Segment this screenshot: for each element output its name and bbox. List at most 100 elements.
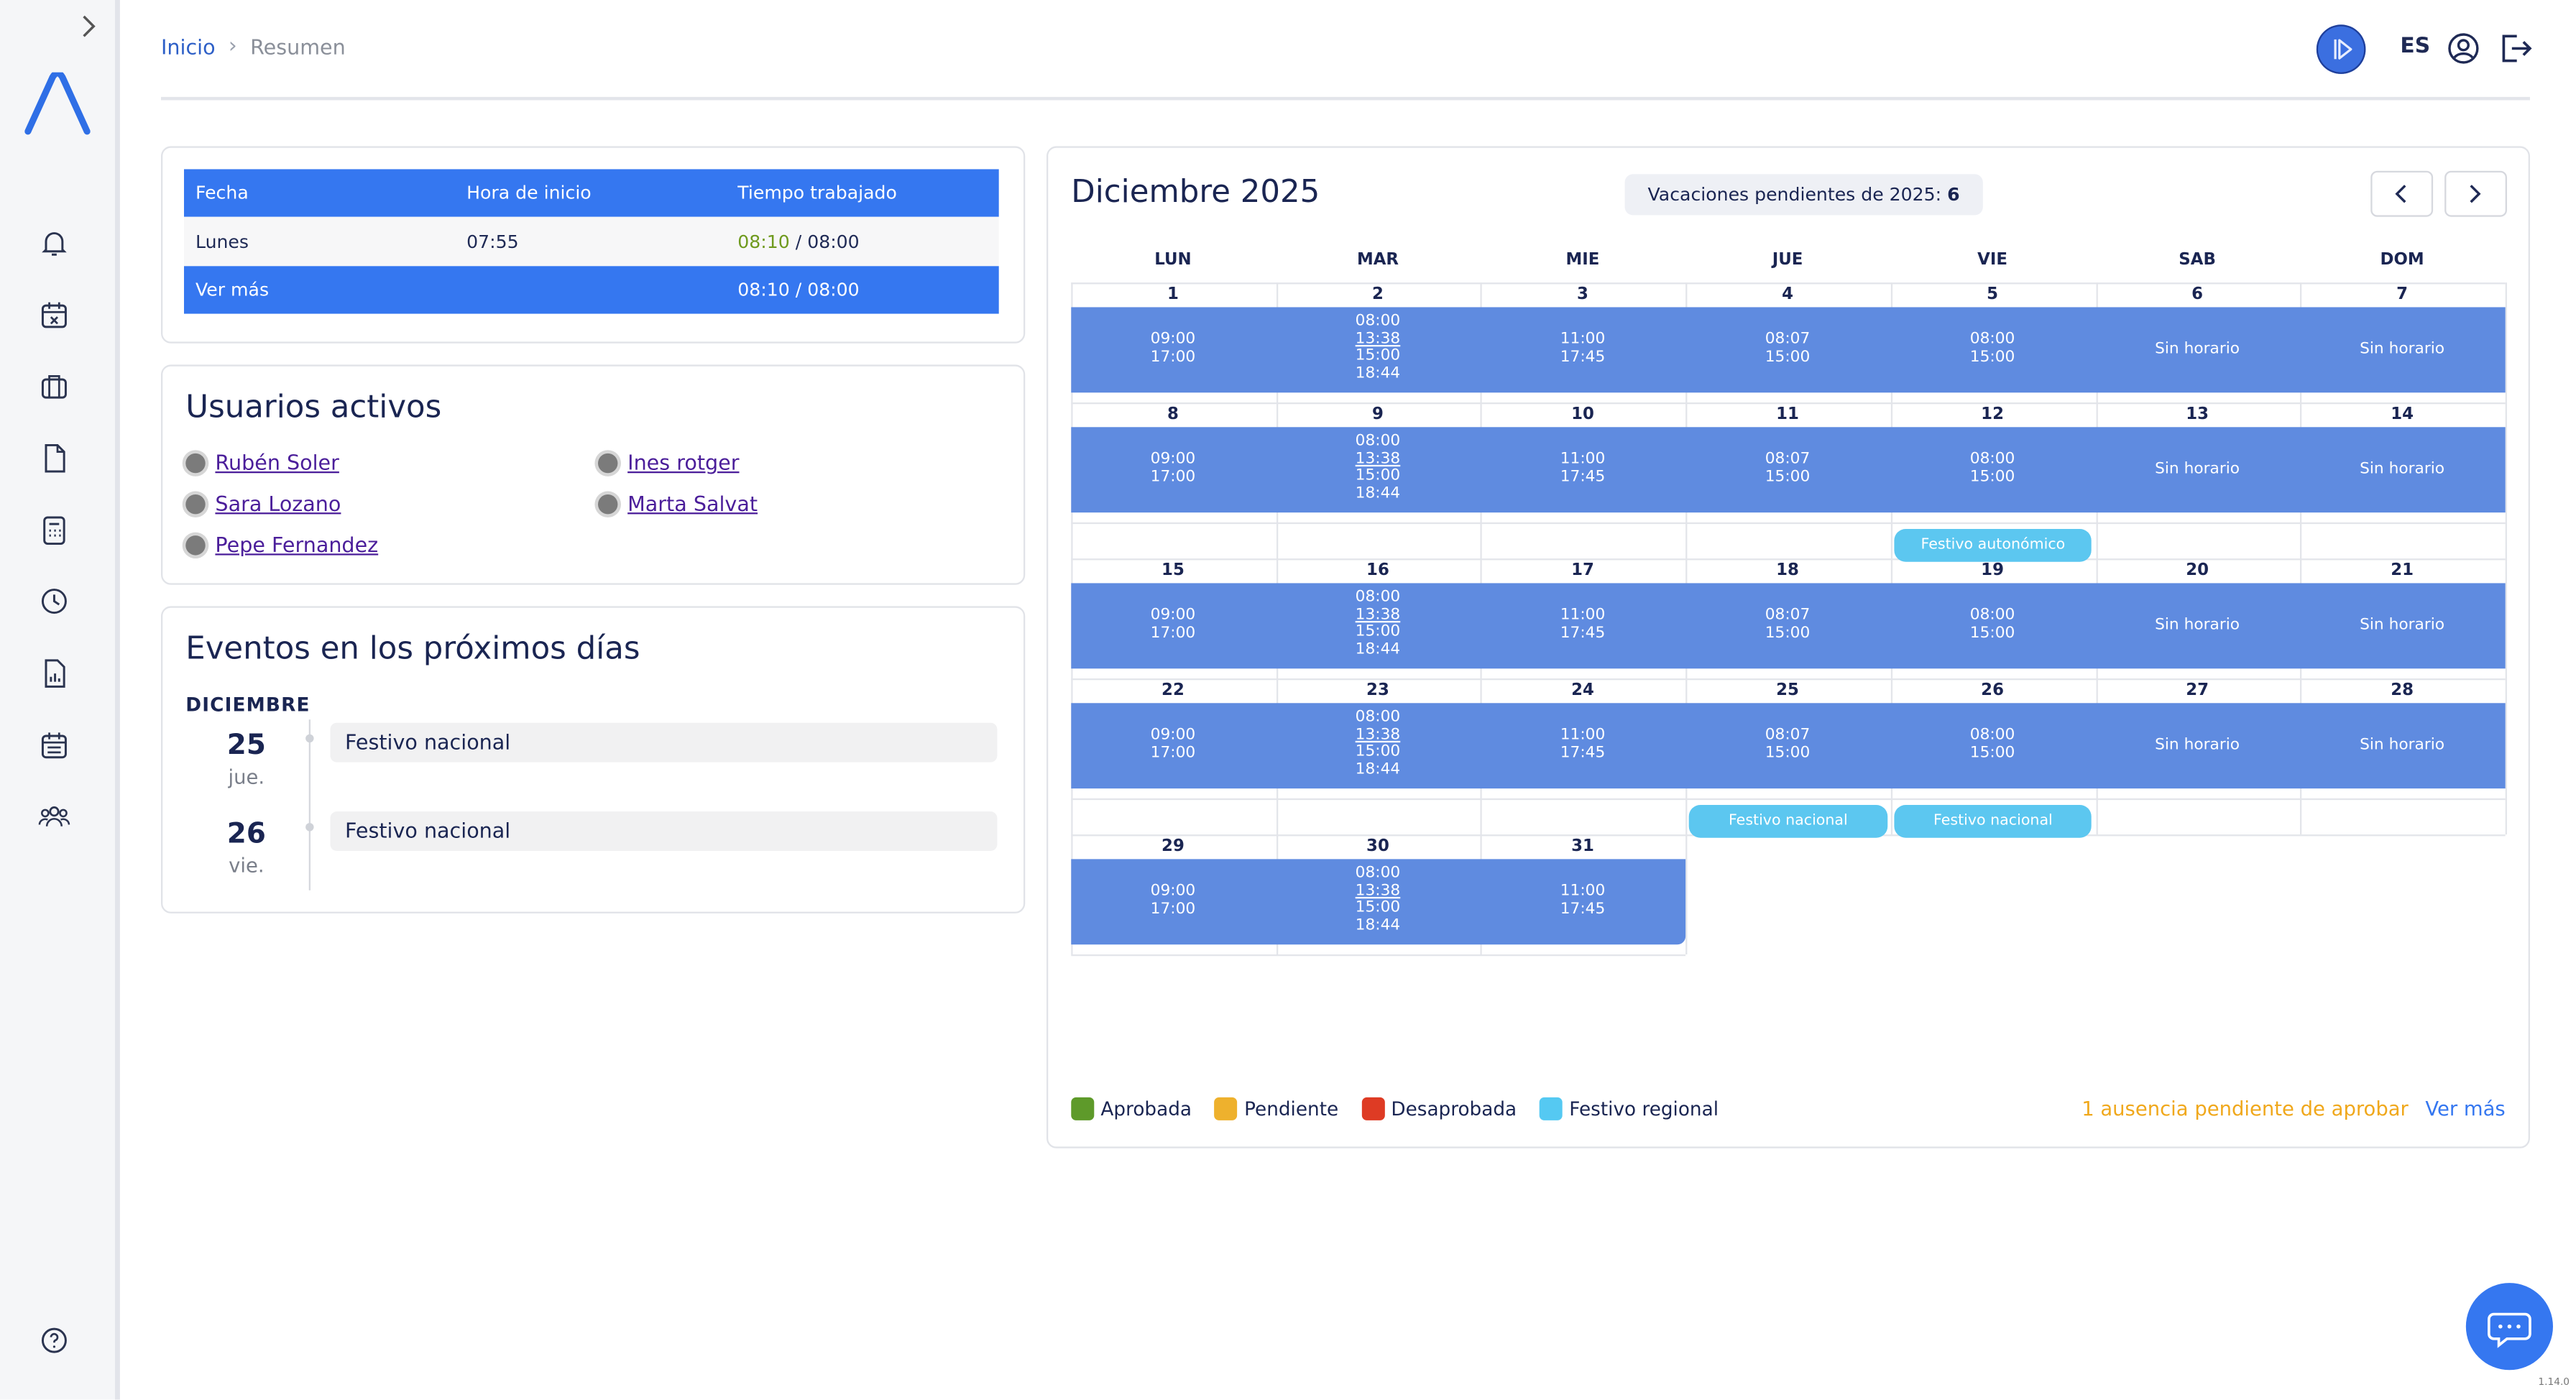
schedule-time: 18:44 <box>1355 484 1401 502</box>
day-schedule[interactable]: 08:00 15:00 <box>1890 607 2094 643</box>
schedule-time: 18:44 <box>1355 760 1401 778</box>
day-schedule[interactable]: 08:00 13:38 15:00 18:44 <box>1276 709 1479 778</box>
expand-sidebar-icon[interactable] <box>75 13 102 40</box>
day-schedule[interactable]: 09:00 17:00 <box>1071 451 1274 487</box>
logout-icon[interactable] <box>2497 31 2533 65</box>
day-schedule[interactable]: 08:07 15:00 <box>1685 451 1889 487</box>
next-month-button[interactable] <box>2444 170 2507 217</box>
schedule-time: 08:00 <box>1355 708 1401 727</box>
day-schedule[interactable]: 11:00 17:45 <box>1481 331 1684 367</box>
day-schedule[interactable]: Sin horario <box>2300 341 2503 359</box>
schedule-time: 13:38 <box>1355 329 1401 348</box>
holiday-badge[interactable]: Festivo nacional <box>1893 804 2092 838</box>
event-item[interactable]: Festivo nacional <box>330 722 998 763</box>
day-schedule[interactable]: Sin horario <box>2300 617 2503 635</box>
day-number: 20 <box>2186 561 2209 580</box>
user-link[interactable]: Rubén Soler <box>215 450 339 474</box>
clock-in-play-button[interactable] <box>2316 24 2366 74</box>
day-schedule[interactable]: Sin horario <box>2095 737 2299 755</box>
schedule-time: 15:00 <box>1355 622 1401 641</box>
holiday-badge[interactable]: Festivo autonómico <box>1893 528 2092 562</box>
breadcrumb-home-link[interactable]: Inicio <box>161 34 216 59</box>
status-dot <box>597 493 618 514</box>
calculator-icon[interactable] <box>38 514 71 547</box>
legend-item: Aprobada <box>1071 1097 1192 1120</box>
help-icon[interactable] <box>38 1324 71 1357</box>
day-schedule[interactable]: 09:00 17:00 <box>1071 331 1274 367</box>
app-logo[interactable] <box>24 70 91 135</box>
list-item: Sara Lozano <box>185 491 341 516</box>
user-link[interactable]: Sara Lozano <box>215 491 341 515</box>
day-schedule[interactable]: 09:00 17:00 <box>1071 607 1274 643</box>
bell-icon[interactable] <box>38 226 71 259</box>
schedule-time: 18:44 <box>1355 640 1401 658</box>
schedule-time: 15:00 <box>1765 467 1811 486</box>
holiday-badge[interactable]: Festivo nacional <box>1688 804 1887 838</box>
row-start: 07:55 <box>466 231 519 252</box>
day-number: 3 <box>1577 285 1588 304</box>
language-selector[interactable]: ES <box>2400 34 2430 59</box>
day-schedule[interactable]: 11:00 17:45 <box>1481 883 1684 918</box>
day-schedule[interactable]: 08:00 13:38 15:00 18:44 <box>1276 313 1479 383</box>
schedule-time: 17:00 <box>1150 623 1196 642</box>
day-schedule[interactable]: 08:00 15:00 <box>1890 451 2094 487</box>
day-schedule[interactable]: 08:00 15:00 <box>1890 331 2094 367</box>
day-schedule[interactable]: 08:00 13:38 15:00 18:44 <box>1276 588 1479 659</box>
report-icon[interactable] <box>38 657 71 690</box>
ver-mas-row[interactable]: Ver más 08:10 / 08:00 <box>183 266 999 314</box>
day-number: 5 <box>1987 285 1999 304</box>
day-schedule[interactable]: 08:07 15:00 <box>1685 727 1889 763</box>
day-schedule[interactable]: Sin horario <box>2095 617 2299 635</box>
legend-swatch <box>1540 1097 1563 1120</box>
day-schedule[interactable]: 08:00 15:00 <box>1890 727 2094 763</box>
day-schedule[interactable]: 09:00 17:00 <box>1071 882 1274 918</box>
legend-item: Festivo regional <box>1540 1097 1719 1120</box>
document-icon[interactable] <box>38 442 71 475</box>
day-schedule[interactable]: 11:00 17:45 <box>1481 727 1684 763</box>
schedule-time: 11:00 <box>1560 450 1606 469</box>
day-number: 27 <box>2186 681 2209 700</box>
schedule-time: 09:00 <box>1150 882 1196 901</box>
ver-mas-label[interactable]: Ver más <box>184 280 466 301</box>
day-schedule[interactable]: 11:00 17:45 <box>1481 450 1684 487</box>
day-schedule[interactable]: Sin horario <box>2095 341 2299 359</box>
schedule-time: 15:00 <box>1355 898 1401 917</box>
event-item[interactable]: Festivo nacional <box>330 811 998 851</box>
row-day: Lunes <box>195 231 249 252</box>
day-schedule[interactable]: Sin horario <box>2095 461 2299 479</box>
pending-absence-text[interactable]: 1 ausencia pendiente de aprobar <box>2082 1097 2409 1120</box>
schedule-time: 08:07 <box>1765 330 1811 349</box>
day-schedule[interactable]: Sin horario <box>2300 461 2503 479</box>
team-icon[interactable] <box>38 800 71 833</box>
chat-button[interactable] <box>2465 1283 2553 1371</box>
user-link[interactable]: Marta Salvat <box>627 491 758 515</box>
schedule-time: 15:00 <box>1765 623 1811 642</box>
day-schedule[interactable]: 08:00 13:38 15:00 18:44 <box>1276 433 1479 502</box>
schedule-time: 08:00 <box>1355 588 1401 607</box>
day-schedule[interactable]: 08:00 13:38 15:00 18:44 <box>1276 865 1479 935</box>
user-profile-icon[interactable] <box>2446 31 2480 65</box>
day-schedule[interactable]: Sin horario <box>2300 737 2503 755</box>
day-schedule[interactable]: 09:00 17:00 <box>1071 727 1274 763</box>
day-schedule[interactable]: 08:07 15:00 <box>1685 330 1889 367</box>
schedule-time: 08:00 <box>1355 432 1401 451</box>
ver-mas-link[interactable]: Ver más <box>2425 1097 2505 1120</box>
briefcase-icon[interactable] <box>38 369 71 402</box>
user-link[interactable]: Pepe Fernandez <box>215 533 378 557</box>
day-number: 2 <box>1372 285 1384 304</box>
weekday-header: JUE <box>1772 251 1803 270</box>
schedule-time: 15:00 <box>1355 466 1401 485</box>
calendar-icon[interactable] <box>38 729 71 763</box>
day-schedule[interactable]: 11:00 17:45 <box>1481 607 1684 643</box>
day-number: 7 <box>2396 285 2409 304</box>
chevron-left-icon <box>2395 185 2406 203</box>
table-row: Lunes 07:55 08:10 / 08:00 <box>183 216 999 267</box>
user-link[interactable]: Ines rotger <box>627 450 739 474</box>
legend-label: Festivo regional <box>1569 1097 1719 1120</box>
day-schedule[interactable]: 08:07 15:00 <box>1685 607 1889 643</box>
clock-icon[interactable] <box>38 585 71 618</box>
calendar-cancel-icon[interactable] <box>38 299 71 332</box>
grid-line <box>1071 522 2506 525</box>
schedule-time: 15:00 <box>1969 467 2015 486</box>
prev-month-button[interactable] <box>2370 170 2434 217</box>
